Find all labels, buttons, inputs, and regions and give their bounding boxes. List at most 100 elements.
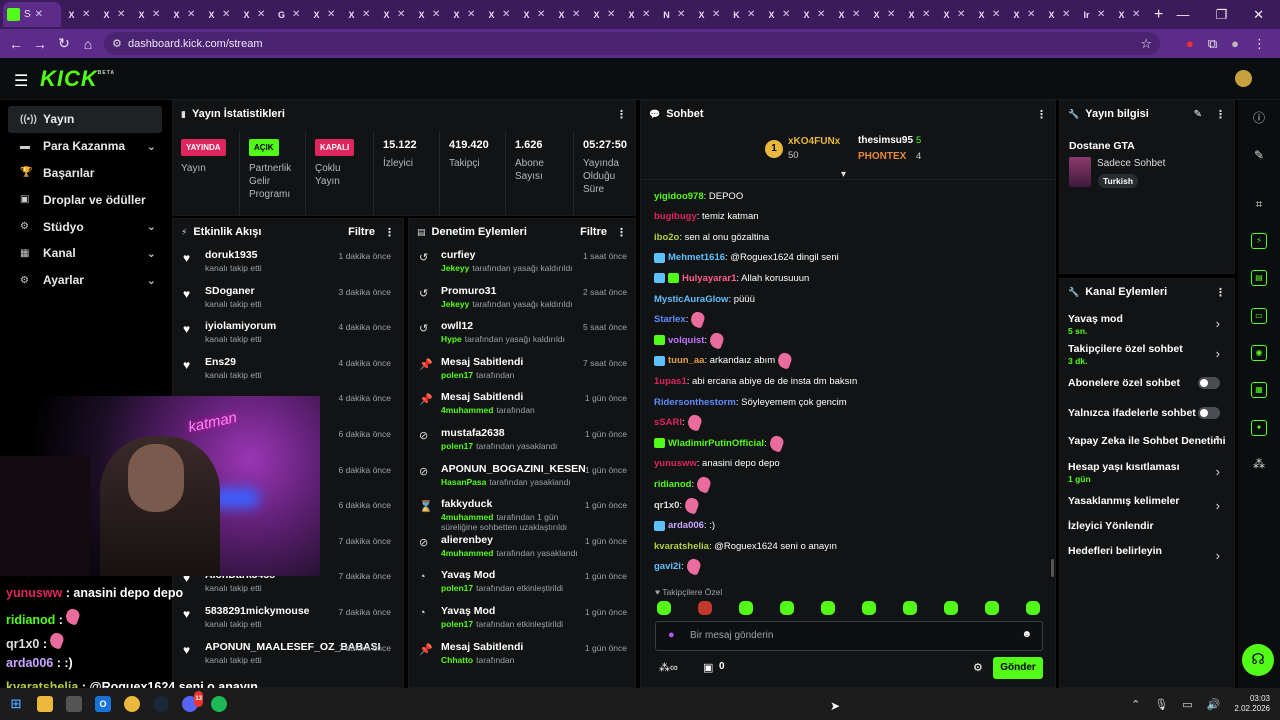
spotify-icon[interactable] [211, 696, 227, 712]
browser-tab[interactable]: X ✕ [761, 2, 796, 27]
chat-username[interactable]: arda006 [668, 520, 704, 531]
chat-message[interactable]: gavi2i: [654, 557, 702, 577]
chat-message[interactable]: yunusww: anasini depo depo [654, 457, 780, 471]
crop-icon[interactable]: ⌗ [1249, 194, 1269, 214]
close-tab-icon[interactable]: ✕ [852, 9, 860, 20]
close-tab-icon[interactable]: ✕ [712, 9, 720, 20]
category-thumbnail[interactable] [1069, 157, 1091, 187]
mod-target-name[interactable]: Promuro31 [441, 285, 496, 297]
puzzle-icon[interactable]: ⧉ [1208, 36, 1217, 52]
sidebar-item-6[interactable]: ▦ Kanal ⌄ [8, 240, 162, 267]
list-item[interactable]: ↺ owll12 Hype tarafından yasağı kaldırıldı 5… [409, 316, 635, 352]
menu-icon[interactable]: ⋮ [1253, 36, 1266, 52]
quick-emote-icon[interactable] [780, 601, 794, 615]
quick-emote-icon[interactable] [903, 601, 917, 615]
close-tab-icon[interactable]: ✕ [432, 9, 440, 20]
kick-logo[interactable]: KICKBETA [40, 66, 115, 92]
chat-message[interactable]: WladimirPutinOfficial: [654, 433, 785, 453]
chat-message[interactable]: kvaratshelia: @Roguex1624 seni o anayın [654, 539, 837, 553]
chat-message[interactable]: yigidoo978: DEPOO [654, 189, 743, 203]
follower-name[interactable]: 5838291mickymouse [205, 605, 310, 617]
browser-tab-active[interactable]: S ✕ [3, 2, 61, 27]
browser-tab[interactable]: X ✕ [131, 2, 166, 27]
browser-tab[interactable]: X ✕ [201, 2, 236, 27]
list-item[interactable]: 📌 Mesaj Sabitlendi 4muhammed tarafından 1 gü… [409, 387, 635, 423]
close-tab-icon[interactable]: ✕ [222, 9, 230, 20]
emoji-icon[interactable]: ☻ [1021, 629, 1032, 640]
close-tab-icon[interactable]: ✕ [1132, 9, 1140, 20]
moderator-name[interactable]: HasanPasa [441, 477, 486, 487]
browser-tab[interactable]: X ✕ [901, 2, 936, 27]
sidebar-item-3[interactable]: 🏆 Başarılar [8, 160, 162, 187]
chat-message[interactable]: ibo2o: sen al onu gözaltina [654, 230, 769, 244]
mod-target-name[interactable]: fakkyduck [441, 498, 492, 510]
outlook-icon[interactable]: O [95, 696, 111, 712]
quick-emote-icon[interactable] [698, 601, 712, 615]
channel-action-item[interactable]: Hesap yaşı kısıtlaması 1 gün [1068, 461, 1228, 484]
quick-emote-icon[interactable] [739, 601, 753, 615]
close-tab-icon[interactable]: ✕ [1097, 9, 1105, 20]
chat-message[interactable]: Hulyayarar1: Allah korusuuun [654, 271, 809, 285]
list-item[interactable]: ◔ Yavaş Mod polen17 tarafından etkinleştiri… [409, 601, 635, 637]
channel-actions-menu-icon[interactable]: ⋮ [1215, 286, 1226, 299]
mod-target-name[interactable]: Yavaş Mod [441, 569, 495, 581]
close-tab-icon[interactable]: ✕ [327, 9, 335, 20]
browser-tab[interactable]: X ✕ [1041, 2, 1076, 27]
wrench-icon[interactable]: ✦ [1251, 420, 1267, 436]
chat-message[interactable]: qr1x0: [654, 495, 701, 515]
browser-tab[interactable]: X ✕ [796, 2, 831, 27]
quick-emote-icon[interactable] [862, 601, 876, 615]
browser-tab[interactable]: X ✕ [61, 2, 96, 27]
chat-username[interactable]: 1upas1 [654, 376, 687, 387]
chat-message[interactable]: arda006: :) [654, 519, 715, 533]
chat-username[interactable]: gavi2i [654, 561, 681, 572]
chevron-right-icon[interactable]: › [1216, 498, 1220, 513]
chat-username[interactable]: ibo2o [654, 232, 679, 243]
info-icon[interactable]: ⓘ [1249, 108, 1269, 128]
sidebar-item-4[interactable]: ▣ Droplar ve ödüller [8, 186, 162, 213]
leader-name[interactable]: xKO4FUNx [788, 136, 840, 147]
chat-username[interactable]: sSARI [654, 417, 682, 428]
browser-tab[interactable]: X ✕ [1006, 2, 1041, 27]
chat-message[interactable]: Ridersonthestorm: Söyleyemem çok gencim [654, 395, 847, 409]
steam-icon[interactable] [153, 696, 169, 712]
close-tab-icon[interactable]: ✕ [887, 9, 895, 20]
close-tab-icon[interactable]: ✕ [117, 9, 125, 20]
chevron-right-icon[interactable]: › [1216, 548, 1220, 563]
clock[interactable]: 03:03 2.02.2026 [1234, 694, 1270, 714]
list-item[interactable]: ♥ APONUN_MAALESEF_OZ_BABASI kanalı takip e… [173, 637, 403, 673]
external-link-icon[interactable]: ↗ [1212, 434, 1220, 445]
moderator-name[interactable]: Jekeyy [441, 299, 469, 309]
extension-icon[interactable]: ● [1186, 36, 1194, 51]
toggle-switch[interactable] [1198, 407, 1220, 419]
forward-icon[interactable]: → [28, 36, 52, 52]
close-tab-icon[interactable]: ✕ [677, 9, 685, 20]
hamburger-icon[interactable]: ☰ [14, 71, 28, 91]
chevron-right-icon[interactable]: › [1216, 346, 1220, 361]
channel-action-item[interactable]: Yapay Zeka ile Sohbet Denetimi [1068, 435, 1228, 447]
list-item[interactable]: ↺ Promuro31 Jekeyy tarafından yasağı kaldır… [409, 281, 635, 317]
browser-tab[interactable]: X ✕ [166, 2, 201, 27]
close-tab-icon[interactable]: ✕ [992, 9, 1000, 20]
nodes-icon[interactable]: ⁂ [1249, 454, 1269, 474]
browser-tab[interactable]: X ✕ [866, 2, 901, 27]
browser-tab[interactable]: N ✕ [656, 2, 691, 27]
browser-tab[interactable]: X ✕ [96, 2, 131, 27]
list-item[interactable]: ⌛ fakkyduck 4muhammed tarafından 1 gün süre… [409, 494, 635, 532]
back-icon[interactable]: ← [4, 36, 28, 52]
list-item[interactable]: 📌 Mesaj Sabitlendi Chhatto tarafından 1 gün … [409, 637, 635, 673]
close-tab-icon[interactable]: ✕ [502, 9, 510, 20]
chat-message[interactable]: tuun_aa: arkandaız abım [654, 351, 794, 371]
chat-username[interactable]: Mehmet1616 [668, 252, 725, 263]
mod-target-name[interactable]: Mesaj Sabitlendi [441, 356, 523, 368]
chat-username[interactable]: bugibugy [654, 211, 697, 222]
close-tab-icon[interactable]: ✕ [1027, 9, 1035, 20]
close-tab-icon[interactable]: ✕ [35, 9, 43, 20]
list-item[interactable]: ⊘ alierenbey 4muhammed tarafından yasakland… [409, 530, 635, 566]
gift-box-icon[interactable]: ▣ [703, 661, 713, 674]
moderator-name[interactable]: 4muhammed [441, 512, 493, 522]
chat-message[interactable]: MysticAuraGlow: püüü [654, 292, 755, 306]
browser-tab[interactable]: X ✕ [236, 2, 271, 27]
moderator-name[interactable]: 4muhammed [441, 405, 493, 415]
url-field[interactable]: ⚙ dashboard.kick.com/stream ☆ [104, 32, 1160, 55]
